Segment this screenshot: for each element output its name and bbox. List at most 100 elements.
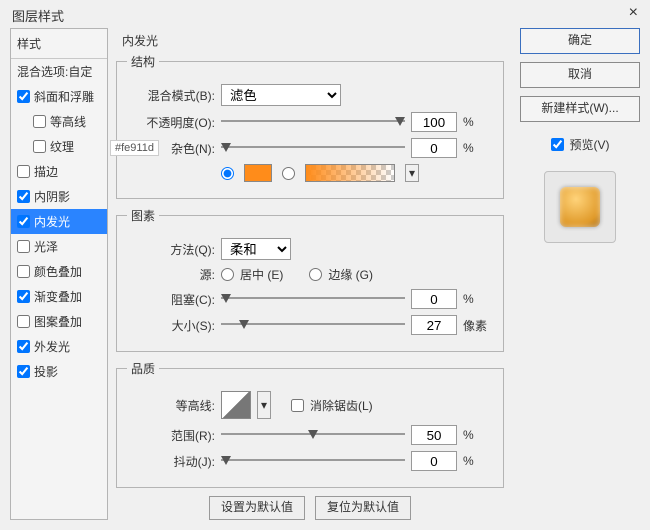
size-input[interactable] [411,315,457,335]
close-icon[interactable]: × [629,4,638,22]
dropdown-icon[interactable]: ▾ [257,391,271,419]
jitter-input[interactable] [411,451,457,471]
style-item-checkbox[interactable] [17,190,30,203]
style-item[interactable]: 内发光 [11,209,107,234]
noise-input[interactable] [411,138,457,158]
style-item-label: 内阴影 [34,188,70,205]
style-item-label: 等高线 [50,113,86,130]
style-item-label: 斜面和浮雕 [34,88,94,105]
gradient-swatch[interactable] [305,164,395,182]
style-item-label: 光泽 [34,238,58,255]
preview-swatch [560,187,600,227]
style-item-checkbox[interactable] [17,265,30,278]
style-item[interactable]: 等高线 [11,109,107,134]
source-edge-radio[interactable] [309,268,322,281]
method-select[interactable]: 柔和 [221,238,291,260]
style-item[interactable]: 渐变叠加 [11,284,107,309]
style-item[interactable]: 颜色叠加 [11,259,107,284]
jitter-label: 抖动(J): [127,453,215,470]
panel-title: 内发光 [122,32,504,49]
blend-mode-label: 混合模式(B): [127,87,215,104]
range-label: 范围(R): [127,427,215,444]
size-slider[interactable] [221,318,405,332]
style-item[interactable]: 纹理 [11,134,107,159]
range-input[interactable] [411,425,457,445]
blend-options-label: 混合选项:自定 [17,63,92,80]
style-item-checkbox[interactable] [17,90,30,103]
new-style-button[interactable]: 新建样式(W)... [520,96,640,122]
style-item-checkbox[interactable] [17,365,30,378]
opacity-unit: % [463,115,493,129]
quality-group: 品质 等高线: ▾ 消除锯齿(L) 范围(R): % 抖动(J): % [116,360,504,488]
source-label: 源: [127,266,215,283]
style-item-label: 外发光 [34,338,70,355]
noise-slider[interactable] [221,141,405,155]
style-item[interactable]: 外发光 [11,334,107,359]
contour-label: 等高线: [127,397,215,414]
preview-checkbox[interactable] [551,138,564,151]
blend-mode-select[interactable]: 滤色 [221,84,341,106]
contour-picker[interactable] [221,391,251,419]
gradient-radio[interactable] [282,167,295,180]
opacity-slider[interactable] [221,115,405,129]
choke-label: 阻塞(C): [127,291,215,308]
source-center-label: 居中 (E) [240,266,283,283]
style-item-checkbox[interactable] [17,290,30,303]
opacity-label: 不透明度(O): [127,114,215,131]
dropdown-icon[interactable]: ▾ [405,164,419,182]
style-item-label: 内发光 [34,213,70,230]
color-swatch[interactable] [244,164,272,182]
range-slider[interactable] [221,428,405,442]
style-item-label: 颜色叠加 [34,263,82,280]
options-panel: #fe911d 内发光 结构 混合模式(B): 滤色 不透明度(O): % 杂色… [108,28,512,520]
style-item-checkbox[interactable] [33,115,46,128]
color-radio[interactable] [221,167,234,180]
size-label: 大小(S): [127,317,215,334]
style-item-checkbox[interactable] [33,140,46,153]
jitter-unit: % [463,454,493,468]
style-item-label: 描边 [34,163,58,180]
style-item[interactable]: 光泽 [11,234,107,259]
preview-box [544,171,616,243]
choke-unit: % [463,292,493,306]
structure-legend: 结构 [127,53,159,70]
source-edge-label: 边缘 (G) [328,266,373,283]
style-item-checkbox[interactable] [17,240,30,253]
style-item[interactable]: 描边 [11,159,107,184]
style-item-label: 投影 [34,363,58,380]
styles-header: 样式 [11,29,107,59]
choke-input[interactable] [411,289,457,309]
elements-legend: 图素 [127,207,159,224]
style-item-checkbox[interactable] [17,315,30,328]
style-item[interactable]: 图案叠加 [11,309,107,334]
style-item-label: 纹理 [50,138,74,155]
styles-sidebar: 样式 混合选项:自定 斜面和浮雕等高线纹理描边内阴影内发光光泽颜色叠加渐变叠加图… [10,28,108,520]
make-default-button[interactable]: 设置为默认值 [209,496,305,520]
cancel-button[interactable]: 取消 [520,62,640,88]
opacity-input[interactable] [411,112,457,132]
style-item[interactable]: 斜面和浮雕 [11,84,107,109]
style-item-checkbox[interactable] [17,165,30,178]
color-hex-annotation: #fe911d [110,140,159,156]
choke-slider[interactable] [221,292,405,306]
quality-legend: 品质 [127,360,159,377]
blend-options-row[interactable]: 混合选项:自定 [11,59,107,84]
right-panel: 确定 取消 新建样式(W)... 预览(V) [512,28,640,520]
style-item[interactable]: 投影 [11,359,107,384]
source-center-radio[interactable] [221,268,234,281]
style-item-label: 渐变叠加 [34,288,82,305]
style-item-label: 图案叠加 [34,313,82,330]
method-label: 方法(Q): [127,241,215,258]
size-unit: 像素 [463,317,493,334]
style-item[interactable]: 内阴影 [11,184,107,209]
style-item-checkbox[interactable] [17,340,30,353]
structure-group: 结构 混合模式(B): 滤色 不透明度(O): % 杂色(N): % [116,53,504,199]
ok-button[interactable]: 确定 [520,28,640,54]
elements-group: 图素 方法(Q): 柔和 源: 居中 (E) 边缘 (G) 阻塞(C): % [116,207,504,352]
style-item-checkbox[interactable] [17,215,30,228]
jitter-slider[interactable] [221,454,405,468]
anti-alias-label: 消除锯齿(L) [310,397,373,414]
reset-default-button[interactable]: 复位为默认值 [315,496,411,520]
titlebar: 图层样式 × [0,0,650,28]
anti-alias-checkbox[interactable] [291,399,304,412]
